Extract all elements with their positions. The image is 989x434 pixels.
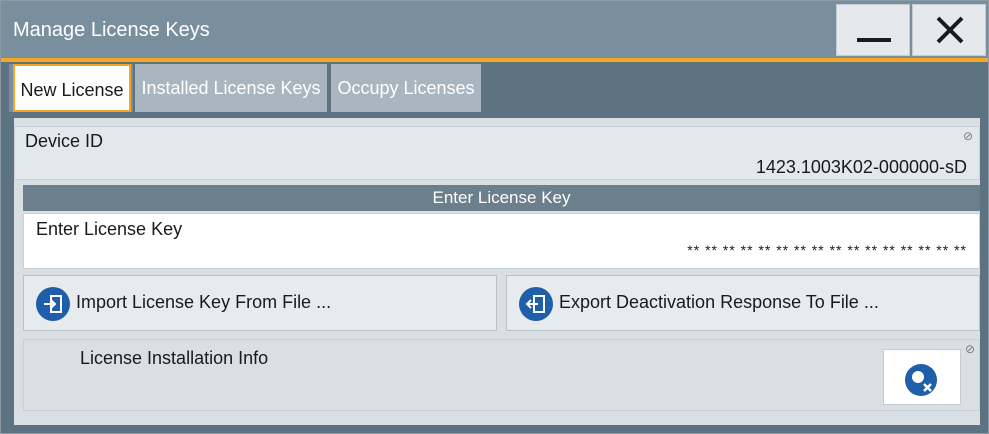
tab-installed-license-keys[interactable]: Installed License Keys [135,64,327,112]
license-key-field[interactable]: Enter License Key ** ** ** ** ** ** ** *… [23,213,980,269]
tab-occupy-licenses[interactable]: Occupy Licenses [331,64,481,112]
title-bar: Manage License Keys [1,1,988,58]
device-id-value: 1423.1003K02-000000-sD [755,157,967,177]
device-id-label: Device ID [25,131,104,151]
import-license-key-button[interactable]: Import License Key From File ... [23,275,497,331]
device-id-field: Device ID 1423.1003K02-000000-sD ⊘ [14,126,980,180]
minimize-icon [857,38,891,42]
minimize-button[interactable] [836,4,910,56]
tab-new-license[interactable]: New License [13,64,131,112]
readonly-icon: ⊘ [964,342,975,356]
export-button-label: Export Deactivation Response To File ... [559,292,879,312]
export-icon [519,287,553,321]
info-label: License Installation Info [80,348,269,368]
license-key-label: Enter License Key [36,219,183,239]
tab-label: New License [20,80,124,100]
export-deactivation-button[interactable]: Export Deactivation Response To File ... [506,275,980,331]
clear-info-button[interactable] [883,349,961,405]
clear-info-icon [905,364,937,396]
tab-label: Installed License Keys [141,78,321,98]
tab-label: Occupy Licenses [337,78,475,98]
window-title: Manage License Keys [13,19,210,41]
license-key-input[interactable]: ** ** ** ** ** ** ** ** ** ** ** ** ** *… [687,242,967,258]
close-icon [936,16,964,44]
license-installation-info: License Installation Info ⊘ [23,339,980,411]
readonly-icon: ⊘ [962,129,973,143]
import-button-label: Import License Key From File ... [76,292,332,312]
close-button[interactable] [912,4,986,56]
import-icon [36,287,70,321]
section-header: Enter License Key [23,185,980,211]
accent-line [1,58,988,62]
license-dialog: Manage License Keys New License Installe… [0,0,989,434]
